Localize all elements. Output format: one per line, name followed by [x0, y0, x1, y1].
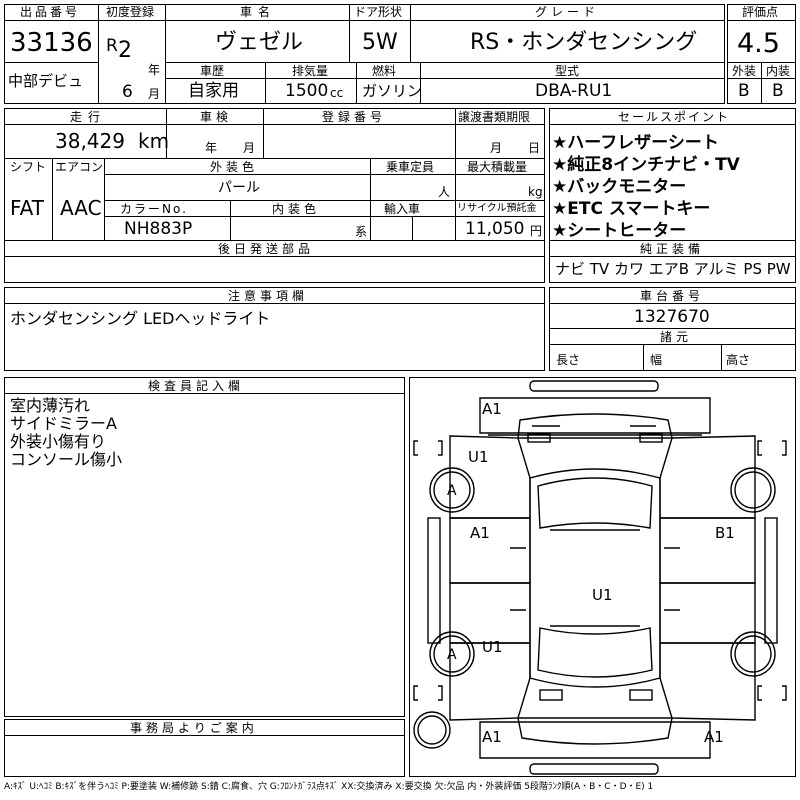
transfer-month-unit: 月 [490, 141, 503, 155]
score-label: 評価点 [742, 5, 779, 19]
recycle-label: リサイクル預託金 [457, 203, 537, 214]
inspector-notes: 室内薄汚れ サイドミラーA 外装小傷有り コンソール傷小 [10, 397, 122, 469]
recycle-fee: 11,050 [465, 219, 525, 239]
chassis-number: 1327670 [634, 307, 710, 327]
sales-point: ★バックモニター [552, 177, 687, 197]
capacity-unit: 人 [438, 185, 451, 199]
door-label: ドア形状 [354, 5, 403, 19]
debut-note: 中部デビュ [8, 72, 84, 90]
damage-wheel-fl: A [447, 483, 457, 499]
damage-left-front-door: A1 [470, 524, 490, 542]
notes-label: 注意事項欄 [228, 289, 309, 303]
capacity-label: 乗車定員 [386, 160, 435, 174]
sales-points-label: セールスポイント [618, 110, 731, 124]
mileage: 38,429 [55, 129, 125, 153]
exterior-grade: B [738, 81, 750, 101]
insp-year-unit: 年 [205, 141, 218, 155]
mileage-unit: km [138, 129, 170, 153]
load-label: 最大積載量 [467, 160, 528, 174]
displacement-label: 排気量 [292, 64, 329, 78]
damage-roof: U1 [592, 586, 613, 604]
displacement: 1500 [285, 81, 329, 101]
mileage-label: 走行 [70, 110, 107, 124]
grade: RS・ホンダセンシング [470, 30, 698, 55]
exterior-label: 外装 [732, 64, 757, 78]
lot-number: 33136 [10, 28, 93, 58]
color: パール [218, 180, 260, 196]
door-type: 5W [362, 30, 398, 55]
import-label: 輸入車 [384, 202, 421, 216]
damage-wheel-rl: A [447, 647, 457, 663]
sales-point: ★シートヒーター [552, 221, 687, 241]
month-unit: 月 [148, 87, 161, 101]
ac-label: エアコン [55, 160, 104, 174]
length-label: 長さ [556, 353, 581, 367]
shift-label: シフト [10, 160, 47, 174]
plate-label: 登録番号 [322, 110, 387, 124]
reg-label: 初度登録 [106, 5, 155, 19]
damage-left-rear-door: U1 [482, 638, 503, 656]
inspector-line: サイドミラーA [10, 414, 117, 433]
damage-rear-left: A1 [482, 728, 502, 746]
history: 自家用 [188, 81, 239, 101]
later-parts-label: 後日発送部品 [218, 242, 315, 256]
model-label: 車名 [240, 5, 277, 19]
interior-label: 内装 [766, 64, 791, 78]
insp-month-unit: 月 [243, 141, 256, 155]
sales-point: ★純正8インチナビ・TV [552, 155, 740, 175]
type-label: 型式 [555, 64, 580, 78]
history-label: 車歴 [200, 64, 225, 78]
legend: A:ｷｽﾞ U:ﾍｺﾐ B:ｷｽﾞを伴うﾍｺﾐ P:要塗装 W:補修跡 S:錆 … [4, 782, 654, 792]
interior-color-unit: 系 [355, 225, 368, 239]
office-label: 事務局よりご案内 [130, 721, 258, 735]
interior-color-label: 内装色 [272, 202, 321, 216]
inspection-label: 車検 [200, 110, 233, 124]
lot-label: 出品番号 [20, 5, 81, 19]
displacement-unit: cc [330, 86, 344, 100]
model-name: ヴェゼル [215, 30, 304, 55]
ac: AAC [60, 196, 102, 220]
inspector-line: コンソール傷小 [10, 450, 123, 469]
damage-left-mirror: U1 [468, 448, 489, 466]
damage-rear-right: A1 [704, 728, 724, 746]
recycle-unit: 円 [530, 224, 543, 238]
damage-front-left: A1 [482, 400, 502, 418]
color-label: 外装色 [210, 160, 259, 174]
reg-year: 2 [118, 38, 132, 63]
height-label: 高さ [726, 353, 751, 367]
era: R [106, 36, 118, 56]
year-unit: 年 [148, 63, 161, 77]
inspector-label: 検査員記入欄 [148, 379, 245, 393]
inspector-line: 外装小傷有り [10, 432, 107, 451]
load-unit: kg [528, 185, 543, 199]
equipment: ナビ TV カワ エアB アルミ PS PW [555, 260, 791, 278]
width-label: 幅 [650, 353, 663, 367]
color-no-label: カラーNo. [120, 202, 188, 216]
sales-points-list: ★ハーフレザーシート ★純正8インチナビ・TV ★バックモニター ★ETC スマ… [552, 128, 740, 241]
interior-grade: B [772, 81, 784, 101]
transfer-day-unit: 日 [528, 141, 541, 155]
score: 4.5 [737, 28, 780, 59]
notes-text: ホンダセンシング LEDヘッドライト [10, 309, 271, 328]
grade-label: グレード [535, 5, 600, 19]
chassis-label: 車台番号 [640, 289, 705, 303]
reg-month: 6 [122, 82, 133, 102]
transfer-label: 譲渡書類期限 [458, 110, 531, 124]
fuel: ガソリン [362, 82, 423, 100]
shift: FAT [10, 196, 45, 220]
dims-label: 諸元 [660, 330, 693, 344]
inspector-line: 室内薄汚れ [10, 396, 91, 415]
damage-right-front-door: B1 [715, 524, 735, 542]
car-diagram: A1 U1 A A1 B1 U1 A U1 A1 A1 [409, 377, 796, 777]
fuel-label: 燃料 [372, 64, 397, 78]
sales-point: ★ETC スマートキー [552, 199, 711, 219]
color-no: NH883P [124, 219, 193, 239]
sales-point: ★ハーフレザーシート [552, 133, 719, 153]
equipment-label: 純正装備 [640, 242, 705, 256]
model-type: DBA-RU1 [535, 81, 613, 101]
